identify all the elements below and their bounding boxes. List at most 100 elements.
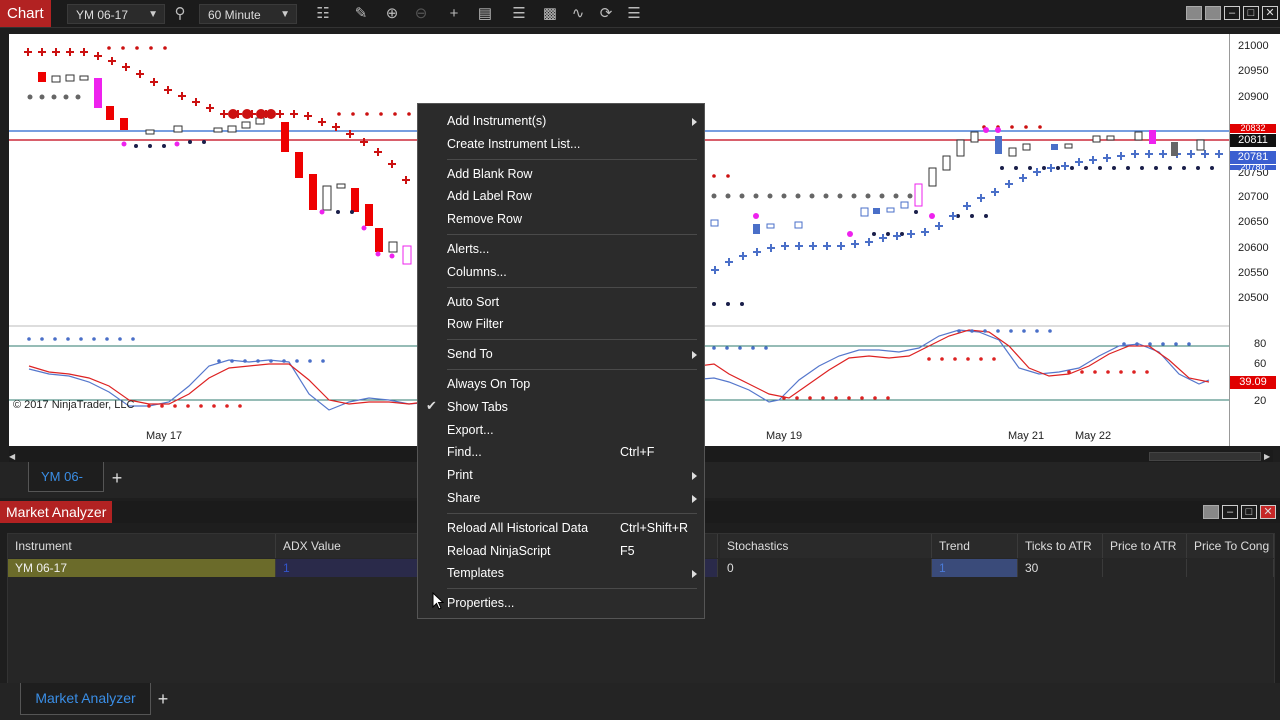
tile-icon[interactable]: [1205, 6, 1221, 20]
cell-instrument[interactable]: YM 06-17: [8, 559, 276, 577]
menu-item-auto-sort[interactable]: Auto Sort: [447, 295, 499, 309]
zoom-in-icon[interactable]: ⊕: [381, 3, 403, 25]
list-icon[interactable]: ☰: [623, 3, 645, 25]
menu-item-row-filter[interactable]: Row Filter: [447, 317, 503, 331]
tab-ym-06-17[interactable]: YM 06-17: [28, 462, 104, 514]
menu-item-show-tabs[interactable]: Show Tabs: [447, 400, 508, 414]
indicator-tick: 80: [1254, 338, 1267, 350]
submenu-arrow-icon: [692, 118, 697, 126]
pencil-icon[interactable]: ✎: [350, 3, 372, 25]
add-tab-icon[interactable]: +: [105, 466, 129, 490]
tile-icon[interactable]: [1186, 6, 1202, 20]
column-header-price-to-atr[interactable]: Price to ATR: [1103, 534, 1187, 558]
submenu-arrow-icon: [692, 495, 697, 503]
tab-market-analyzer[interactable]: Market Analyzer: [20, 683, 151, 715]
submenu-arrow-icon: [692, 472, 697, 480]
chevron-down-icon: ▼: [148, 9, 158, 20]
column-header-instrument[interactable]: Instrument: [8, 534, 276, 558]
menu-item-send-to[interactable]: Send To: [447, 347, 493, 361]
close-icon[interactable]: ✕: [1262, 6, 1278, 20]
date-label: May 17: [146, 430, 183, 442]
templates-icon[interactable]: ▩: [539, 3, 561, 25]
context-menu: Add Instrument(s) Create Instrument List…: [417, 103, 705, 619]
interval-selector-value: 60 Minute: [208, 8, 261, 22]
scroll-right-icon[interactable]: ▶: [1264, 452, 1270, 461]
candles-left: [38, 72, 412, 265]
menu-item-columns[interactable]: Columns...: [447, 265, 507, 279]
blue-trail-markers: [711, 150, 1223, 274]
date-label: May 21: [1008, 430, 1045, 442]
mouse-cursor-icon: [432, 592, 444, 610]
price-tag-low: 20781: [1230, 151, 1276, 164]
price-axis[interactable]: 21000 20950 20900 20750 20700 20650 2060…: [1229, 34, 1280, 446]
zoom-out-icon[interactable]: ⊖: [410, 3, 432, 25]
reload-icon[interactable]: ⟳: [595, 3, 617, 25]
search-icon[interactable]: ⚲: [169, 3, 191, 25]
chart-titlebar: Chart YM 06-17 ▼ ⚲ 60 Minute ▼ ☷ ✎ ⊕ ⊖ +…: [0, 0, 1280, 28]
menu-item-create-instrument-list[interactable]: Create Instrument List...: [447, 137, 580, 151]
menu-item-properties[interactable]: Properties...: [447, 596, 514, 610]
strategies-icon[interactable]: ∿: [567, 3, 589, 25]
column-header-stochastics[interactable]: Stochastics: [720, 534, 932, 558]
submenu-arrow-icon: [692, 351, 697, 359]
data-box-icon[interactable]: ▤: [474, 3, 496, 25]
cell-price-to-cong[interactable]: [1187, 559, 1274, 577]
menu-item-reload-historical[interactable]: Reload All Historical Data: [447, 521, 588, 535]
scrollbar-thumb[interactable]: [1149, 452, 1261, 461]
menu-item-add-blank-row[interactable]: Add Blank Row: [447, 167, 532, 181]
submenu-arrow-icon: [692, 570, 697, 578]
menu-item-alerts[interactable]: Alerts...: [447, 242, 489, 256]
minimize-icon[interactable]: –: [1224, 6, 1240, 20]
menu-item-always-on-top[interactable]: Always On Top: [447, 377, 530, 391]
price-tick: 20500: [1238, 292, 1269, 304]
minimize-icon[interactable]: –: [1222, 505, 1238, 519]
column-header-ticks-to-atr[interactable]: Ticks to ATR: [1018, 534, 1103, 558]
cell-trend[interactable]: 1: [932, 559, 1018, 577]
menu-item-export[interactable]: Export...: [447, 423, 494, 437]
menu-item-add-label-row[interactable]: Add Label Row: [447, 189, 532, 203]
interval-selector[interactable]: 60 Minute ▼: [199, 4, 297, 24]
menu-separator: [447, 339, 697, 340]
price-tag-top: 20832: [1230, 124, 1276, 133]
menu-item-print[interactable]: Print: [447, 468, 473, 482]
price-tick: 20950: [1238, 65, 1269, 77]
date-label: May 19: [766, 430, 803, 442]
menu-item-reload-ninjascript[interactable]: Reload NinjaScript: [447, 544, 551, 558]
indicator-tick: 20: [1254, 395, 1267, 407]
market-analyzer-title: Market Analyzer: [0, 501, 113, 523]
price-tag-hidden: 20780: [1230, 165, 1276, 170]
scroll-left-icon[interactable]: ◀: [9, 452, 15, 461]
menu-item-find[interactable]: Find...: [447, 445, 482, 459]
column-header-trend[interactable]: Trend: [932, 534, 1018, 558]
menu-shortcut-find: Ctrl+F: [620, 445, 655, 459]
price-tick: 20900: [1238, 91, 1269, 103]
indicator-value-tag: 39.09: [1230, 376, 1276, 389]
menu-separator: [447, 234, 697, 235]
maximize-icon[interactable]: □: [1241, 505, 1257, 519]
red-trail-markers: [24, 48, 410, 184]
menu-shortcut-reload-ninjascript: F5: [620, 544, 635, 558]
market-analyzer-tab-bar: Market Analyzer +: [0, 683, 1280, 720]
menu-separator: [447, 588, 697, 589]
price-tick: 20700: [1238, 191, 1269, 203]
menu-separator: [447, 287, 697, 288]
menu-item-templates[interactable]: Templates: [447, 566, 504, 580]
properties-icon[interactable]: ☰: [508, 3, 530, 25]
instrument-selector[interactable]: YM 06-17 ▼: [67, 4, 165, 24]
close-icon[interactable]: ✕: [1260, 505, 1276, 519]
cell-ticks-to-atr[interactable]: 30: [1018, 559, 1103, 577]
price-tick: 20550: [1238, 267, 1269, 279]
menu-item-share[interactable]: Share: [447, 491, 480, 505]
maximize-icon[interactable]: □: [1243, 6, 1259, 20]
menu-item-add-instruments[interactable]: Add Instrument(s): [447, 114, 546, 128]
menu-item-remove-row[interactable]: Remove Row: [447, 212, 522, 226]
bar-type-icon[interactable]: ☷: [312, 3, 334, 25]
column-header-price-to-cong[interactable]: Price To Cong: [1187, 534, 1274, 558]
cell-price-to-atr[interactable]: [1103, 559, 1187, 577]
crosshair-icon[interactable]: +: [443, 3, 465, 25]
cell-stochastics[interactable]: 0: [720, 559, 932, 577]
add-tab-icon[interactable]: +: [151, 687, 175, 711]
tile-icon[interactable]: [1203, 505, 1219, 519]
menu-shortcut-reload-historical: Ctrl+Shift+R: [620, 521, 689, 535]
indicator-tick: 60: [1254, 358, 1267, 370]
